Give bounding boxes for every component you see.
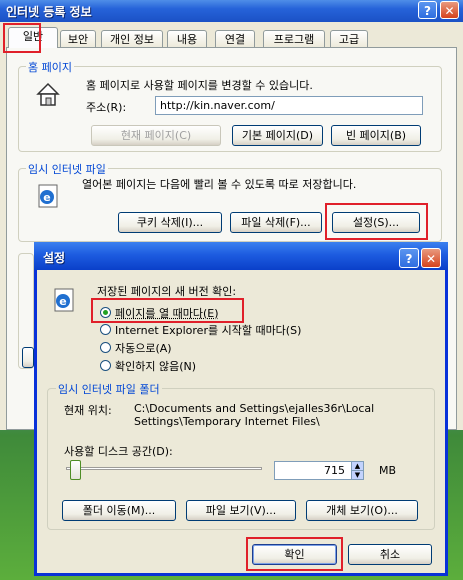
home-page-description: 홈 페이지로 사용할 페이지를 변경할 수 있습니다. bbox=[86, 79, 313, 92]
help-button[interactable]: ? bbox=[418, 1, 437, 19]
radio-automatic[interactable] bbox=[100, 342, 111, 353]
home-page-group-label: 홈 페이지 bbox=[26, 59, 74, 75]
temp-files-group-label: 임시 인터넷 파일 bbox=[26, 161, 108, 177]
location-path-line1: C:\Documents and Settings\ejalles36r\Loc… bbox=[134, 402, 375, 415]
disk-unit-label: MB bbox=[379, 464, 397, 477]
spin-up-icon[interactable]: ▲ bbox=[352, 462, 363, 471]
check-newer-label: 저장된 페이지의 새 버전 확인: bbox=[97, 285, 237, 298]
tab-privacy[interactable]: 개인 정보 bbox=[101, 30, 163, 48]
tab-security[interactable]: 보안 bbox=[60, 30, 96, 48]
disk-space-label: 사용할 디스크 공간(D): bbox=[64, 445, 173, 458]
highlight-every-visit bbox=[91, 298, 244, 323]
tab-connections[interactable]: 연결 bbox=[215, 30, 255, 48]
tab-programs[interactable]: 프로그램 bbox=[263, 30, 325, 48]
location-label: 현재 위치: bbox=[64, 404, 112, 417]
tab-advanced[interactable]: 고급 bbox=[330, 30, 368, 48]
address-input[interactable]: http://kin.naver.com/ bbox=[155, 96, 423, 115]
disk-space-slider-thumb[interactable] bbox=[69, 460, 81, 480]
highlight-ok-button bbox=[246, 537, 343, 571]
use-current-button[interactable]: 현재 페이지(C) bbox=[91, 125, 221, 146]
radio-automatic-label[interactable]: 자동으로(A) bbox=[115, 340, 172, 356]
move-folder-button[interactable]: 폴더 이동(M)... bbox=[62, 500, 176, 521]
partial-button[interactable] bbox=[22, 347, 34, 368]
dialog-help-button[interactable]: ? bbox=[399, 248, 419, 268]
radio-never[interactable] bbox=[100, 360, 111, 371]
cancel-button[interactable]: 취소 bbox=[348, 544, 432, 565]
tab-content[interactable]: 내용 bbox=[167, 30, 207, 48]
svg-text:e: e bbox=[43, 191, 50, 204]
close-icon[interactable]: ✕ bbox=[440, 1, 459, 19]
use-default-button[interactable]: 기본 페이지(D) bbox=[232, 125, 323, 146]
disk-space-slider-track[interactable] bbox=[66, 467, 262, 470]
use-blank-button[interactable]: 빈 페이지(B) bbox=[331, 125, 421, 146]
ie-page-icon: e bbox=[34, 182, 62, 210]
view-objects-button[interactable]: 개체 보기(O)... bbox=[306, 500, 418, 521]
radio-every-start-label[interactable]: Internet Explorer를 시작할 때마다(S) bbox=[115, 322, 301, 338]
view-files-button[interactable]: 파일 보기(V)... bbox=[186, 500, 296, 521]
dialog-close-icon[interactable]: ✕ bbox=[421, 248, 441, 268]
radio-every-start[interactable] bbox=[100, 324, 111, 335]
delete-cookies-button[interactable]: 쿠키 삭제(I)... bbox=[118, 212, 222, 233]
disk-space-input[interactable]: 715 bbox=[274, 461, 352, 480]
main-window-title: 인터넷 등록 정보 bbox=[6, 5, 92, 19]
disk-space-spinner[interactable]: ▲ ▼ bbox=[351, 461, 364, 480]
temp-folder-group-label: 임시 인터넷 파일 폴더 bbox=[56, 381, 162, 397]
dialog-title: 설정 bbox=[43, 251, 66, 265]
house-icon bbox=[34, 80, 62, 108]
highlight-settings-button bbox=[325, 203, 428, 240]
spin-down-icon[interactable]: ▼ bbox=[352, 471, 363, 479]
temp-files-description: 열어본 페이지는 다음에 빨리 볼 수 있도록 따로 저장합니다. bbox=[82, 178, 357, 191]
highlight-tab-general bbox=[3, 23, 41, 53]
radio-never-label[interactable]: 확인하지 않음(N) bbox=[115, 358, 196, 374]
delete-files-button[interactable]: 파일 삭제(F)... bbox=[230, 212, 322, 233]
svg-text:e: e bbox=[59, 295, 66, 308]
dialog-titlebar[interactable] bbox=[34, 242, 448, 270]
ie-page-icon-dialog: e bbox=[50, 286, 78, 314]
address-label: 주소(R): bbox=[86, 101, 127, 114]
location-path-line2: Settings\Temporary Internet Files\ bbox=[134, 415, 320, 428]
